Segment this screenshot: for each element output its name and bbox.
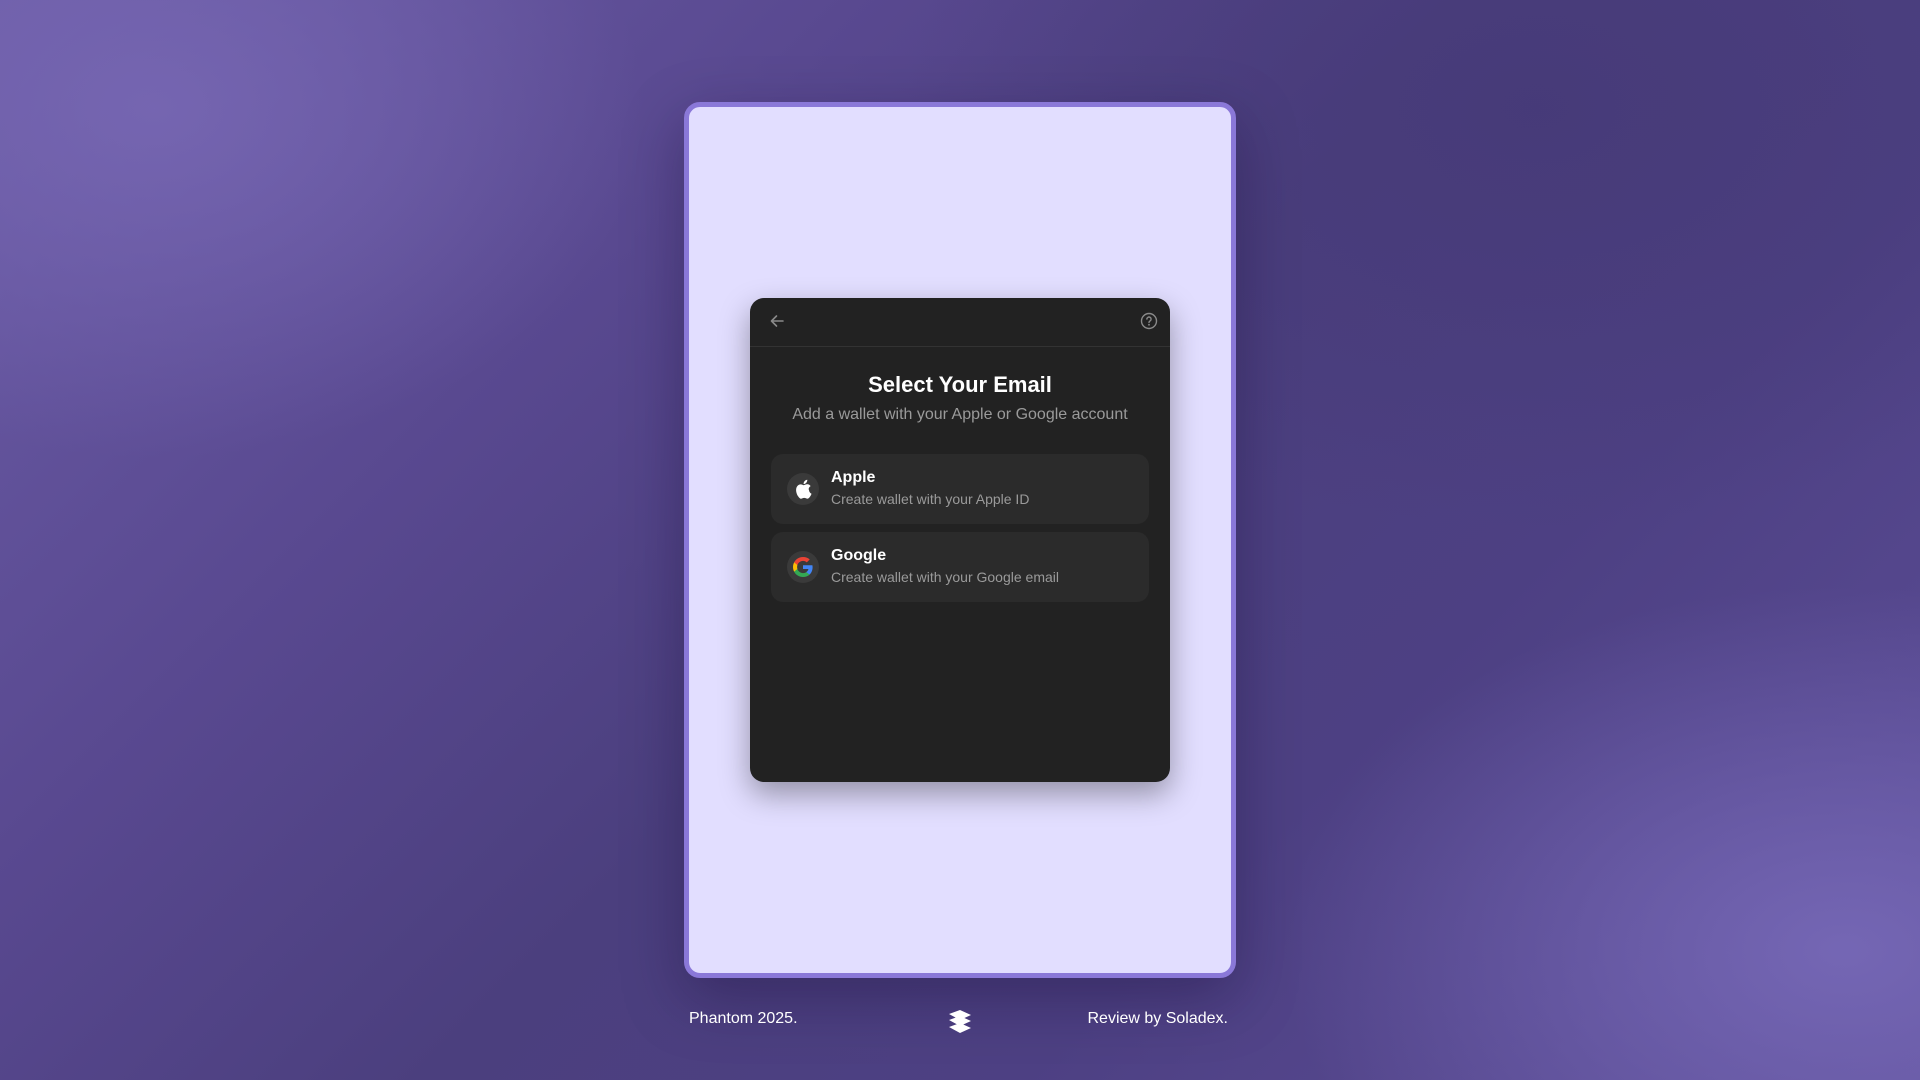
footer-copyright: Phantom 2025. xyxy=(689,1010,798,1027)
footer-review-credit: Review by Soladex. xyxy=(1087,1010,1228,1027)
modal-subtitle: Add a wallet with your Apple or Google a… xyxy=(792,406,1128,423)
soladex-logo-icon xyxy=(949,1010,971,1033)
apple-option-button[interactable]: Apple Create wallet with your Apple ID xyxy=(771,454,1149,524)
back-button[interactable] xyxy=(766,310,788,332)
question-circle-icon xyxy=(1140,312,1158,330)
apple-icon xyxy=(787,473,819,505)
arrow-left-icon xyxy=(770,315,784,327)
apple-option-description: Create wallet with your Apple ID xyxy=(831,491,1030,507)
modal-header xyxy=(750,298,1170,347)
google-option-description: Create wallet with your Google email xyxy=(831,569,1059,585)
google-icon xyxy=(787,551,819,583)
help-button[interactable] xyxy=(1138,310,1160,332)
modal-title: Select Your Email xyxy=(868,372,1052,397)
select-email-modal: Select Your Email Add a wallet with your… xyxy=(750,298,1170,782)
google-option-title: Google xyxy=(831,547,887,564)
apple-option-title: Apple xyxy=(831,469,876,486)
google-option-button[interactable]: Google Create wallet with your Google em… xyxy=(771,532,1149,602)
